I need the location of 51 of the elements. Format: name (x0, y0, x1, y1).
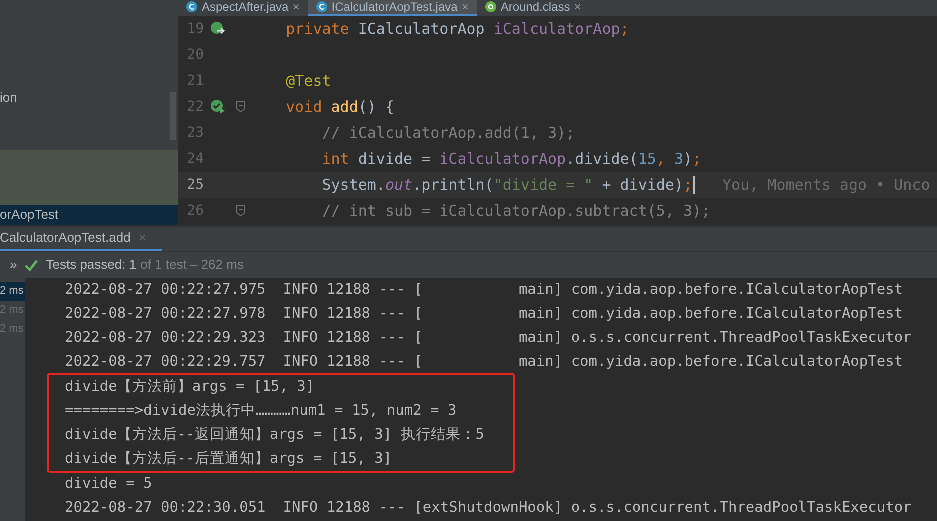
editor-tab[interactable]: Around.class × (476, 0, 590, 16)
run-test-passed-icon[interactable] (210, 99, 226, 115)
tree-item[interactable]: orAopTest (0, 205, 178, 225)
code-line: System.out.println("divide = " + divide); (321, 174, 693, 196)
code-line: int divide = iCalculatorAop.divide(15, 3); (321, 148, 702, 170)
code-line: void add() { (285, 96, 394, 118)
more-button[interactable]: » (10, 255, 18, 275)
inline-blame-hint: You, Moments ago • Unco (722, 174, 930, 196)
close-icon[interactable]: × (574, 1, 582, 13)
implemented-marker-icon[interactable] (210, 21, 226, 37)
annotation-icon (484, 1, 497, 13)
fold-marker-icon[interactable] (236, 101, 246, 113)
line-number: 20 (186, 46, 204, 64)
editor-tab[interactable]: ICalculatorAopTest.java × (308, 0, 477, 16)
test-duration[interactable]: 2 ms (0, 282, 25, 301)
class-icon (316, 1, 328, 13)
text-cursor (692, 176, 695, 194)
line-number: 21 (186, 72, 204, 90)
class-icon (186, 1, 198, 13)
console-line: divide【方法后--返回通知】args = [15, 3] 执行结果：5 (65, 426, 485, 445)
console-line: divide【方法后--后置通知】args = [15, 3] (65, 450, 394, 469)
editor-tab[interactable]: AspectAfter.java × (178, 0, 308, 16)
tab-label: Around.class (500, 1, 570, 13)
tab-label: AspectAfter.java (202, 1, 289, 13)
console-line: 2022-08-27 00:22:29.757 INFO 12188 --- [ main] com.yida.aop.before.ICalculatorAopTest (65, 353, 904, 372)
code-line: // iCalculatorAop.add(1, 3); (321, 122, 576, 144)
line-number: 26 (186, 202, 204, 220)
line-number: 23 (186, 124, 204, 142)
close-icon[interactable]: × (462, 1, 469, 13)
console-line: divide【方法前】args = [15, 3] (65, 378, 316, 397)
code-line: private ICalculatorAop iCalculatorAop; (285, 18, 630, 40)
fold-marker-icon[interactable] (236, 205, 246, 217)
console-line: ========>divide法执行中…………num1 = 15, num2 = 3 (65, 402, 458, 421)
console-line: 2022-08-27 00:22:27.975 INFO 12188 --- [ main] com.yida.aop.before.ICalculatorAopTest (65, 281, 904, 300)
line-number: 22 (186, 98, 204, 116)
tree-item[interactable]: ion (0, 88, 178, 108)
console-line: 2022-08-27 00:22:27.978 INFO 12188 --- [ main] com.yida.aop.before.ICalculatorAopTest (65, 305, 904, 324)
line-number: 24 (186, 150, 204, 168)
tab-label: ICalculatorAopTest.java (332, 1, 458, 13)
console-line: divide = 5 (65, 475, 154, 494)
console-line: 2022-08-27 00:22:29.323 INFO 12188 --- [ main] o.s.s.concurrent.ThreadPoolTaskExecutor (65, 329, 913, 348)
close-icon[interactable]: × (292, 1, 300, 13)
line-number: 25 (186, 176, 204, 194)
code-line: @Test (285, 70, 332, 92)
code-line: // int sub = iCalculatorAop.subtract(5, 3); (321, 200, 711, 222)
run-tab-label: CalculatorAopTest.add (0, 229, 131, 248)
test-status: Tests passed: 1 (46, 256, 137, 274)
line-number: 19 (186, 20, 204, 38)
check-icon (25, 260, 38, 270)
test-detail: of 1 test – 262 ms (140, 256, 244, 274)
console-line: 2022-08-27 00:22:30.051 INFO 12188 --- [extShutdownHook] o.s.s.concurrent.ThreadPoolTaskExecutor (65, 499, 913, 518)
